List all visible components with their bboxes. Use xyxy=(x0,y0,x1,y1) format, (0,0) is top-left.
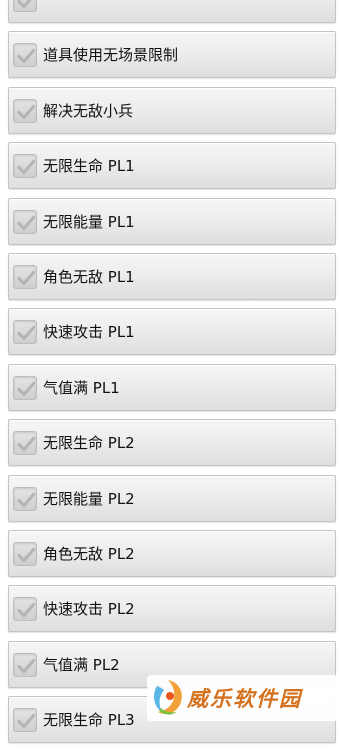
cheat-row[interactable]: 快速攻击 PL1 xyxy=(8,308,336,356)
cheat-label: 无限能量 PL1 xyxy=(43,212,135,231)
checkmark-icon xyxy=(17,713,36,729)
checkbox[interactable] xyxy=(13,98,37,123)
cheat-row[interactable]: 无限能量 PL1 xyxy=(8,197,336,245)
cheat-label: 无限生命 PL3 xyxy=(43,711,135,730)
checkbox[interactable] xyxy=(13,431,37,456)
checkbox[interactable] xyxy=(13,708,37,733)
checkmark-icon xyxy=(17,215,36,230)
cheat-row[interactable]: 无限生命 PL1 xyxy=(8,142,336,190)
cheat-row[interactable]: 角色无敌 PL1 xyxy=(8,252,336,300)
cheat-label: 气值满 PL1 xyxy=(43,378,120,397)
checkbox[interactable] xyxy=(13,541,37,566)
cheat-row[interactable]: 气值满 PL1 xyxy=(8,363,336,411)
watermark-text: 威乐软件园 xyxy=(187,686,302,711)
checkbox[interactable] xyxy=(13,486,37,511)
checkbox[interactable] xyxy=(13,320,37,345)
cheat-row[interactable]: 无限生命 PL2 xyxy=(8,419,336,467)
checkmark-icon xyxy=(17,603,36,618)
checkmark-icon xyxy=(17,0,32,9)
checkmark-icon xyxy=(17,104,36,119)
checkbox[interactable] xyxy=(13,0,37,12)
cheat-row[interactable] xyxy=(8,0,336,23)
cheat-list: 道具使用无场景限制 解决无敌小兵 无限生命 PL1 无限能量 PL1 角色无敌 … xyxy=(0,0,339,751)
cheat-row[interactable]: 角色无敌 PL2 xyxy=(8,529,336,577)
cheat-label: 快速攻击 PL2 xyxy=(43,600,135,619)
cheat-label: 无限生命 PL2 xyxy=(43,434,135,453)
checkbox[interactable] xyxy=(13,597,37,622)
checkbox[interactable] xyxy=(13,154,37,179)
cheat-row[interactable]: 解决无敌小兵 xyxy=(8,86,336,134)
checkmark-icon xyxy=(17,160,36,175)
checkmark-icon xyxy=(17,547,36,563)
checkmark-icon xyxy=(17,492,36,507)
cheat-row[interactable]: 道具使用无场景限制 xyxy=(8,31,336,79)
checkbox[interactable] xyxy=(13,264,37,289)
cheat-row[interactable]: 快速攻击 PL2 xyxy=(8,585,336,633)
checkmark-icon xyxy=(17,49,36,64)
cheat-label: 角色无敌 PL2 xyxy=(43,544,135,563)
checkmark-icon xyxy=(17,658,36,673)
cheat-row[interactable]: 无限能量 PL2 xyxy=(8,474,336,522)
checkbox[interactable] xyxy=(13,209,37,234)
cheat-label: 角色无敌 PL1 xyxy=(43,267,135,286)
checkmark-icon xyxy=(17,326,36,341)
watermark-logo-icon xyxy=(154,680,182,715)
cheat-label: 道具使用无场景限制 xyxy=(43,46,179,65)
cheat-label: 无限能量 PL2 xyxy=(43,489,135,508)
cheat-label: 解决无敌小兵 xyxy=(43,101,134,120)
watermark: 威乐软件园 xyxy=(147,675,339,721)
checkbox[interactable] xyxy=(13,375,37,400)
checkmark-icon xyxy=(17,270,36,286)
checkmark-icon xyxy=(17,437,36,452)
cheat-label: 气值满 PL2 xyxy=(43,655,120,674)
checkbox[interactable] xyxy=(13,652,37,677)
cheat-label: 无限生命 PL1 xyxy=(43,157,135,176)
checkmark-icon xyxy=(17,381,36,396)
cheat-label: 快速攻击 PL1 xyxy=(43,323,135,342)
checkbox[interactable] xyxy=(13,43,37,68)
